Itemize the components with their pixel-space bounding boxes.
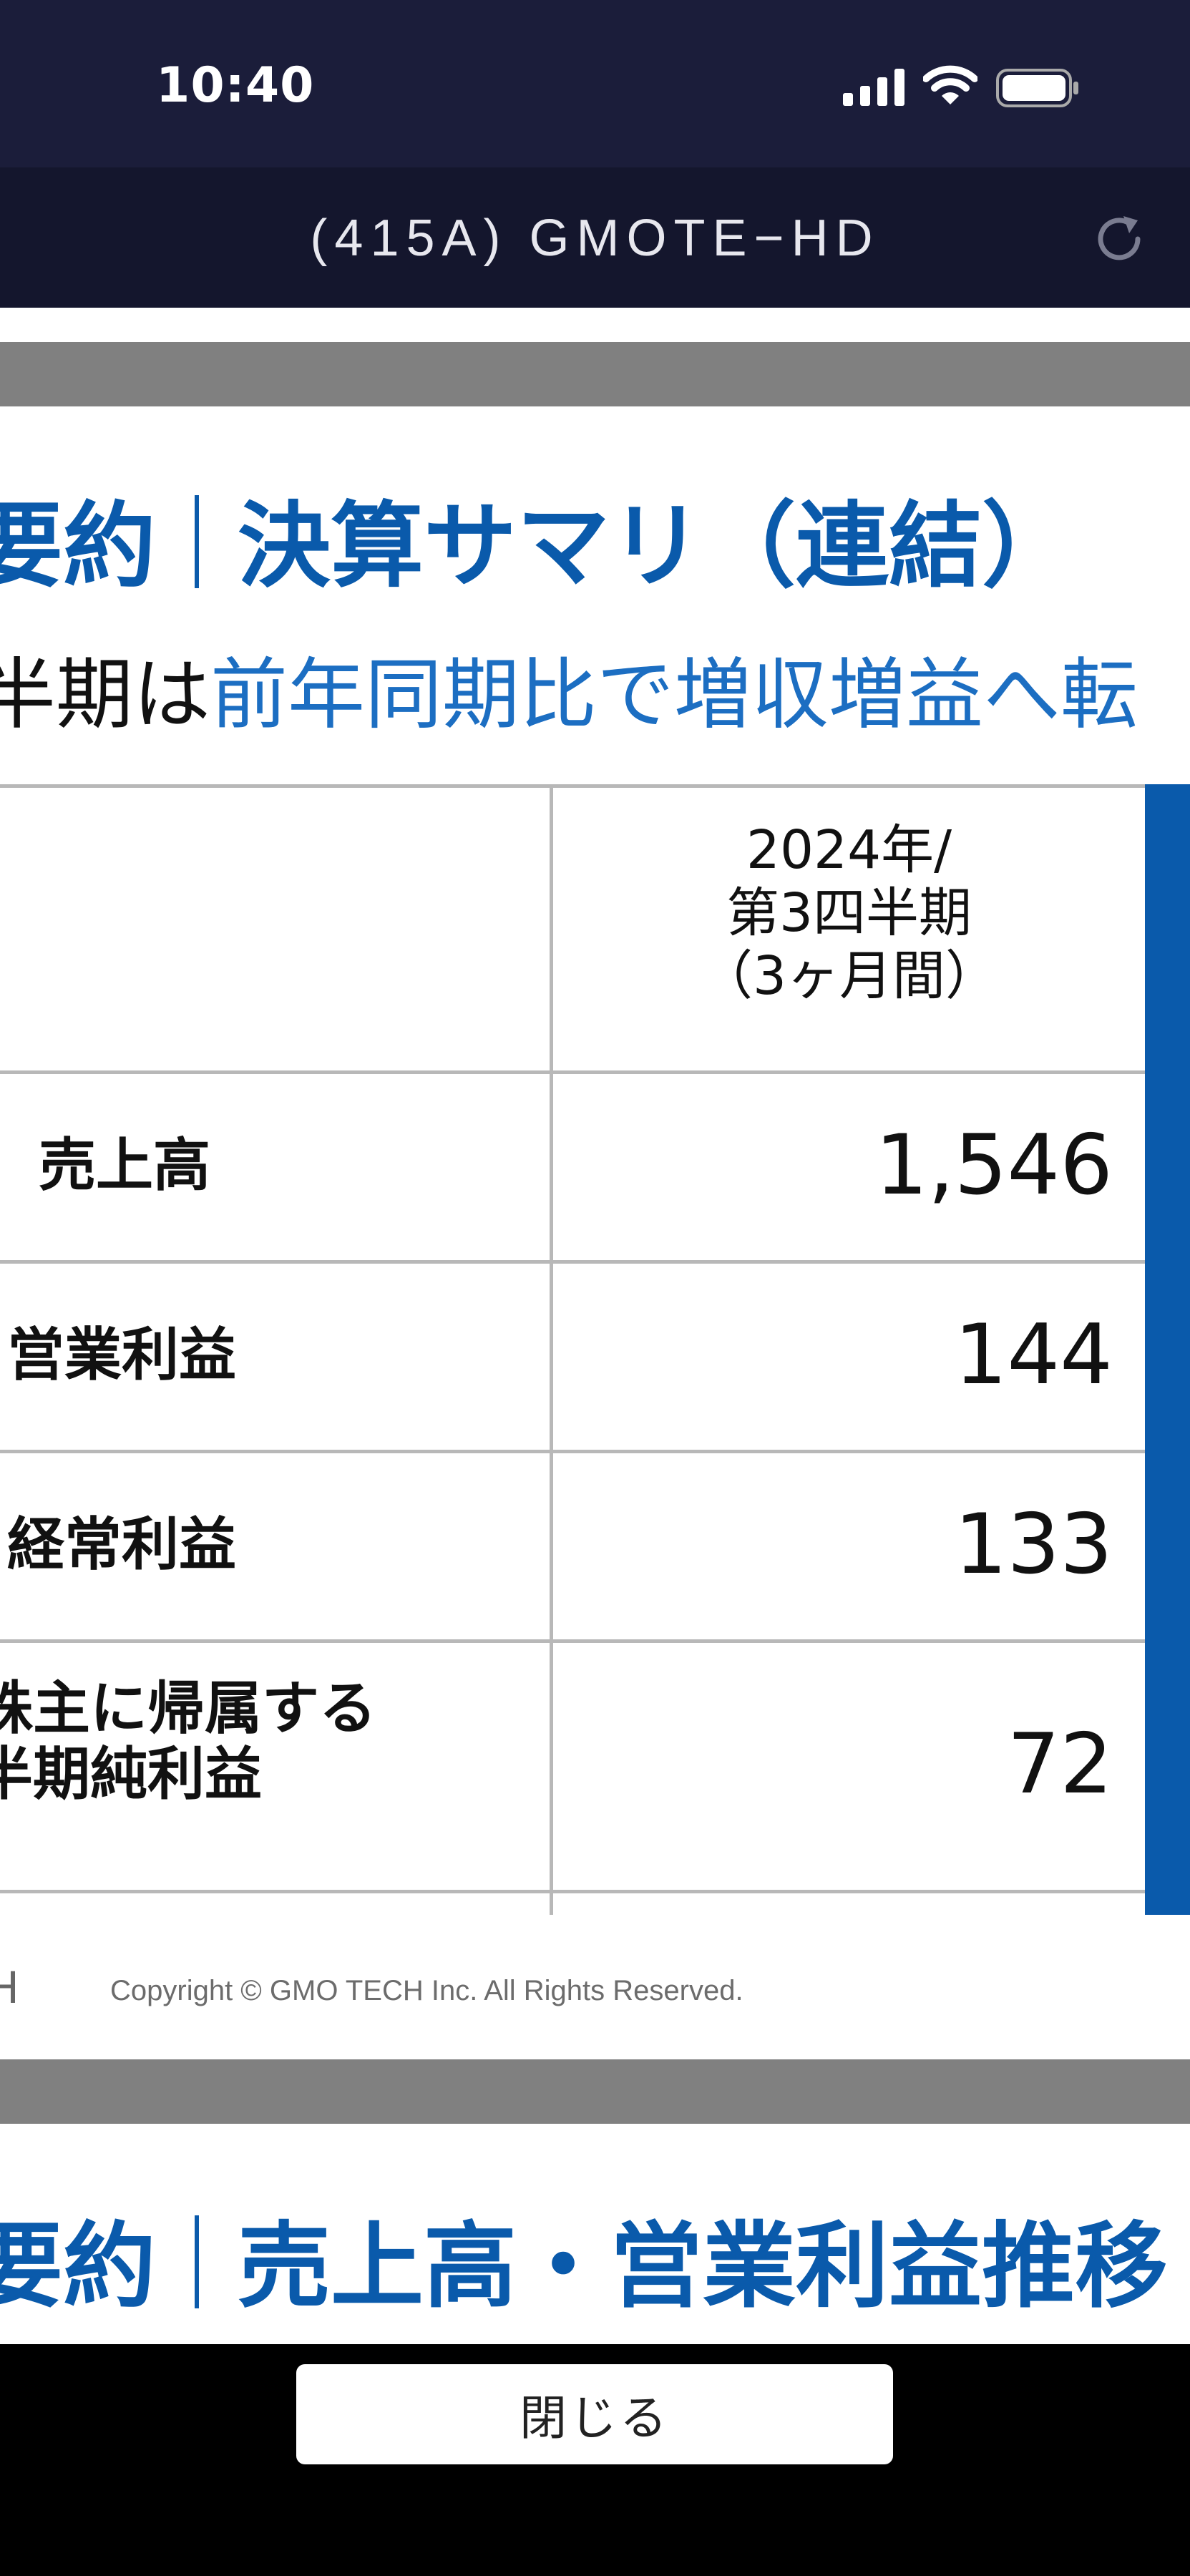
cellular-signal-icon xyxy=(843,69,904,106)
nav-bar: (415A) GMOTE−HD xyxy=(0,167,1190,308)
slide-separator xyxy=(0,342,1190,406)
title-divider xyxy=(195,2215,200,2308)
table-rule xyxy=(0,1260,1145,1264)
title-divider xyxy=(195,495,200,588)
page-title: (415A) GMOTE−HD xyxy=(310,210,880,267)
row-label-line: 半期純利益 xyxy=(0,1741,262,1807)
table-rule xyxy=(0,784,1145,788)
slide-subheading: 半期は前年同期比で増収増益へ転 xyxy=(0,657,1138,734)
footer-logo-fragment: H xyxy=(0,1961,19,2013)
row-value-net-income: 72 xyxy=(1007,1716,1113,1813)
slide-title-right: 決算サマリ（連結） xyxy=(238,492,1076,600)
slide-title: 要約 売上高・営業利益推移 xyxy=(0,2215,1168,2313)
row-label-sales: 売上高 xyxy=(39,1132,210,1199)
slide-title-left: 要約 xyxy=(0,492,157,600)
column-header: 2024年/ 第3四半期 （3ヶ月間） xyxy=(553,819,1145,1008)
subheading-prefix: 半期は xyxy=(0,650,211,740)
row-label-operating-profit: 営業利益 xyxy=(7,1322,236,1388)
table-rule xyxy=(0,1639,1145,1643)
table-rule xyxy=(0,1450,1145,1453)
column-header-line: 2024年/ xyxy=(746,819,952,881)
close-button[interactable]: 閉じる xyxy=(296,2364,893,2464)
row-value-sales: 1,546 xyxy=(874,1117,1113,1214)
row-label-net-income: 株主に帰属する 半期純利益 xyxy=(0,1676,376,1807)
bottom-bar: 閉じる xyxy=(0,2344,1190,2576)
battery-icon xyxy=(996,69,1078,107)
row-value-ordinary-profit: 133 xyxy=(954,1496,1113,1593)
table-rule xyxy=(0,1890,1145,1893)
slide-separator xyxy=(0,2059,1190,2124)
column-header-line: （3ヶ月間） xyxy=(699,945,999,1007)
slide-title-left: 要約 xyxy=(0,2212,157,2321)
row-value-operating-profit: 144 xyxy=(954,1307,1113,1403)
subheading-highlight: 前年同期比で増収増益へ転 xyxy=(210,650,1138,740)
summary-table: 2024年/ 第3四半期 （3ヶ月間） 売上高 1,546 営業利益 144 経… xyxy=(0,784,1190,1915)
next-column-edge xyxy=(1145,784,1190,1915)
column-header-line: 第3四半期 xyxy=(726,882,972,944)
document-viewer[interactable]: 要約 決算サマリ（連結） 半期は前年同期比で増収増益へ転 2024年/ 第3四半期… xyxy=(0,308,1190,2344)
row-label-ordinary-profit: 経常利益 xyxy=(7,1511,236,1578)
slide-title: 要約 決算サマリ（連結） xyxy=(0,495,1075,592)
copyright-notice: Copyright © GMO TECH Inc. All Rights Res… xyxy=(110,1975,743,2006)
wifi-icon xyxy=(923,65,977,104)
table-rule xyxy=(0,1070,1145,1074)
row-label-line: 株主に帰属する xyxy=(0,1675,376,1742)
status-bar: 10:40 xyxy=(0,0,1190,167)
slide-title-right: 売上高・営業利益推移 xyxy=(238,2212,1169,2321)
reload-icon[interactable] xyxy=(1092,212,1146,266)
status-time: 10:40 xyxy=(156,57,315,114)
